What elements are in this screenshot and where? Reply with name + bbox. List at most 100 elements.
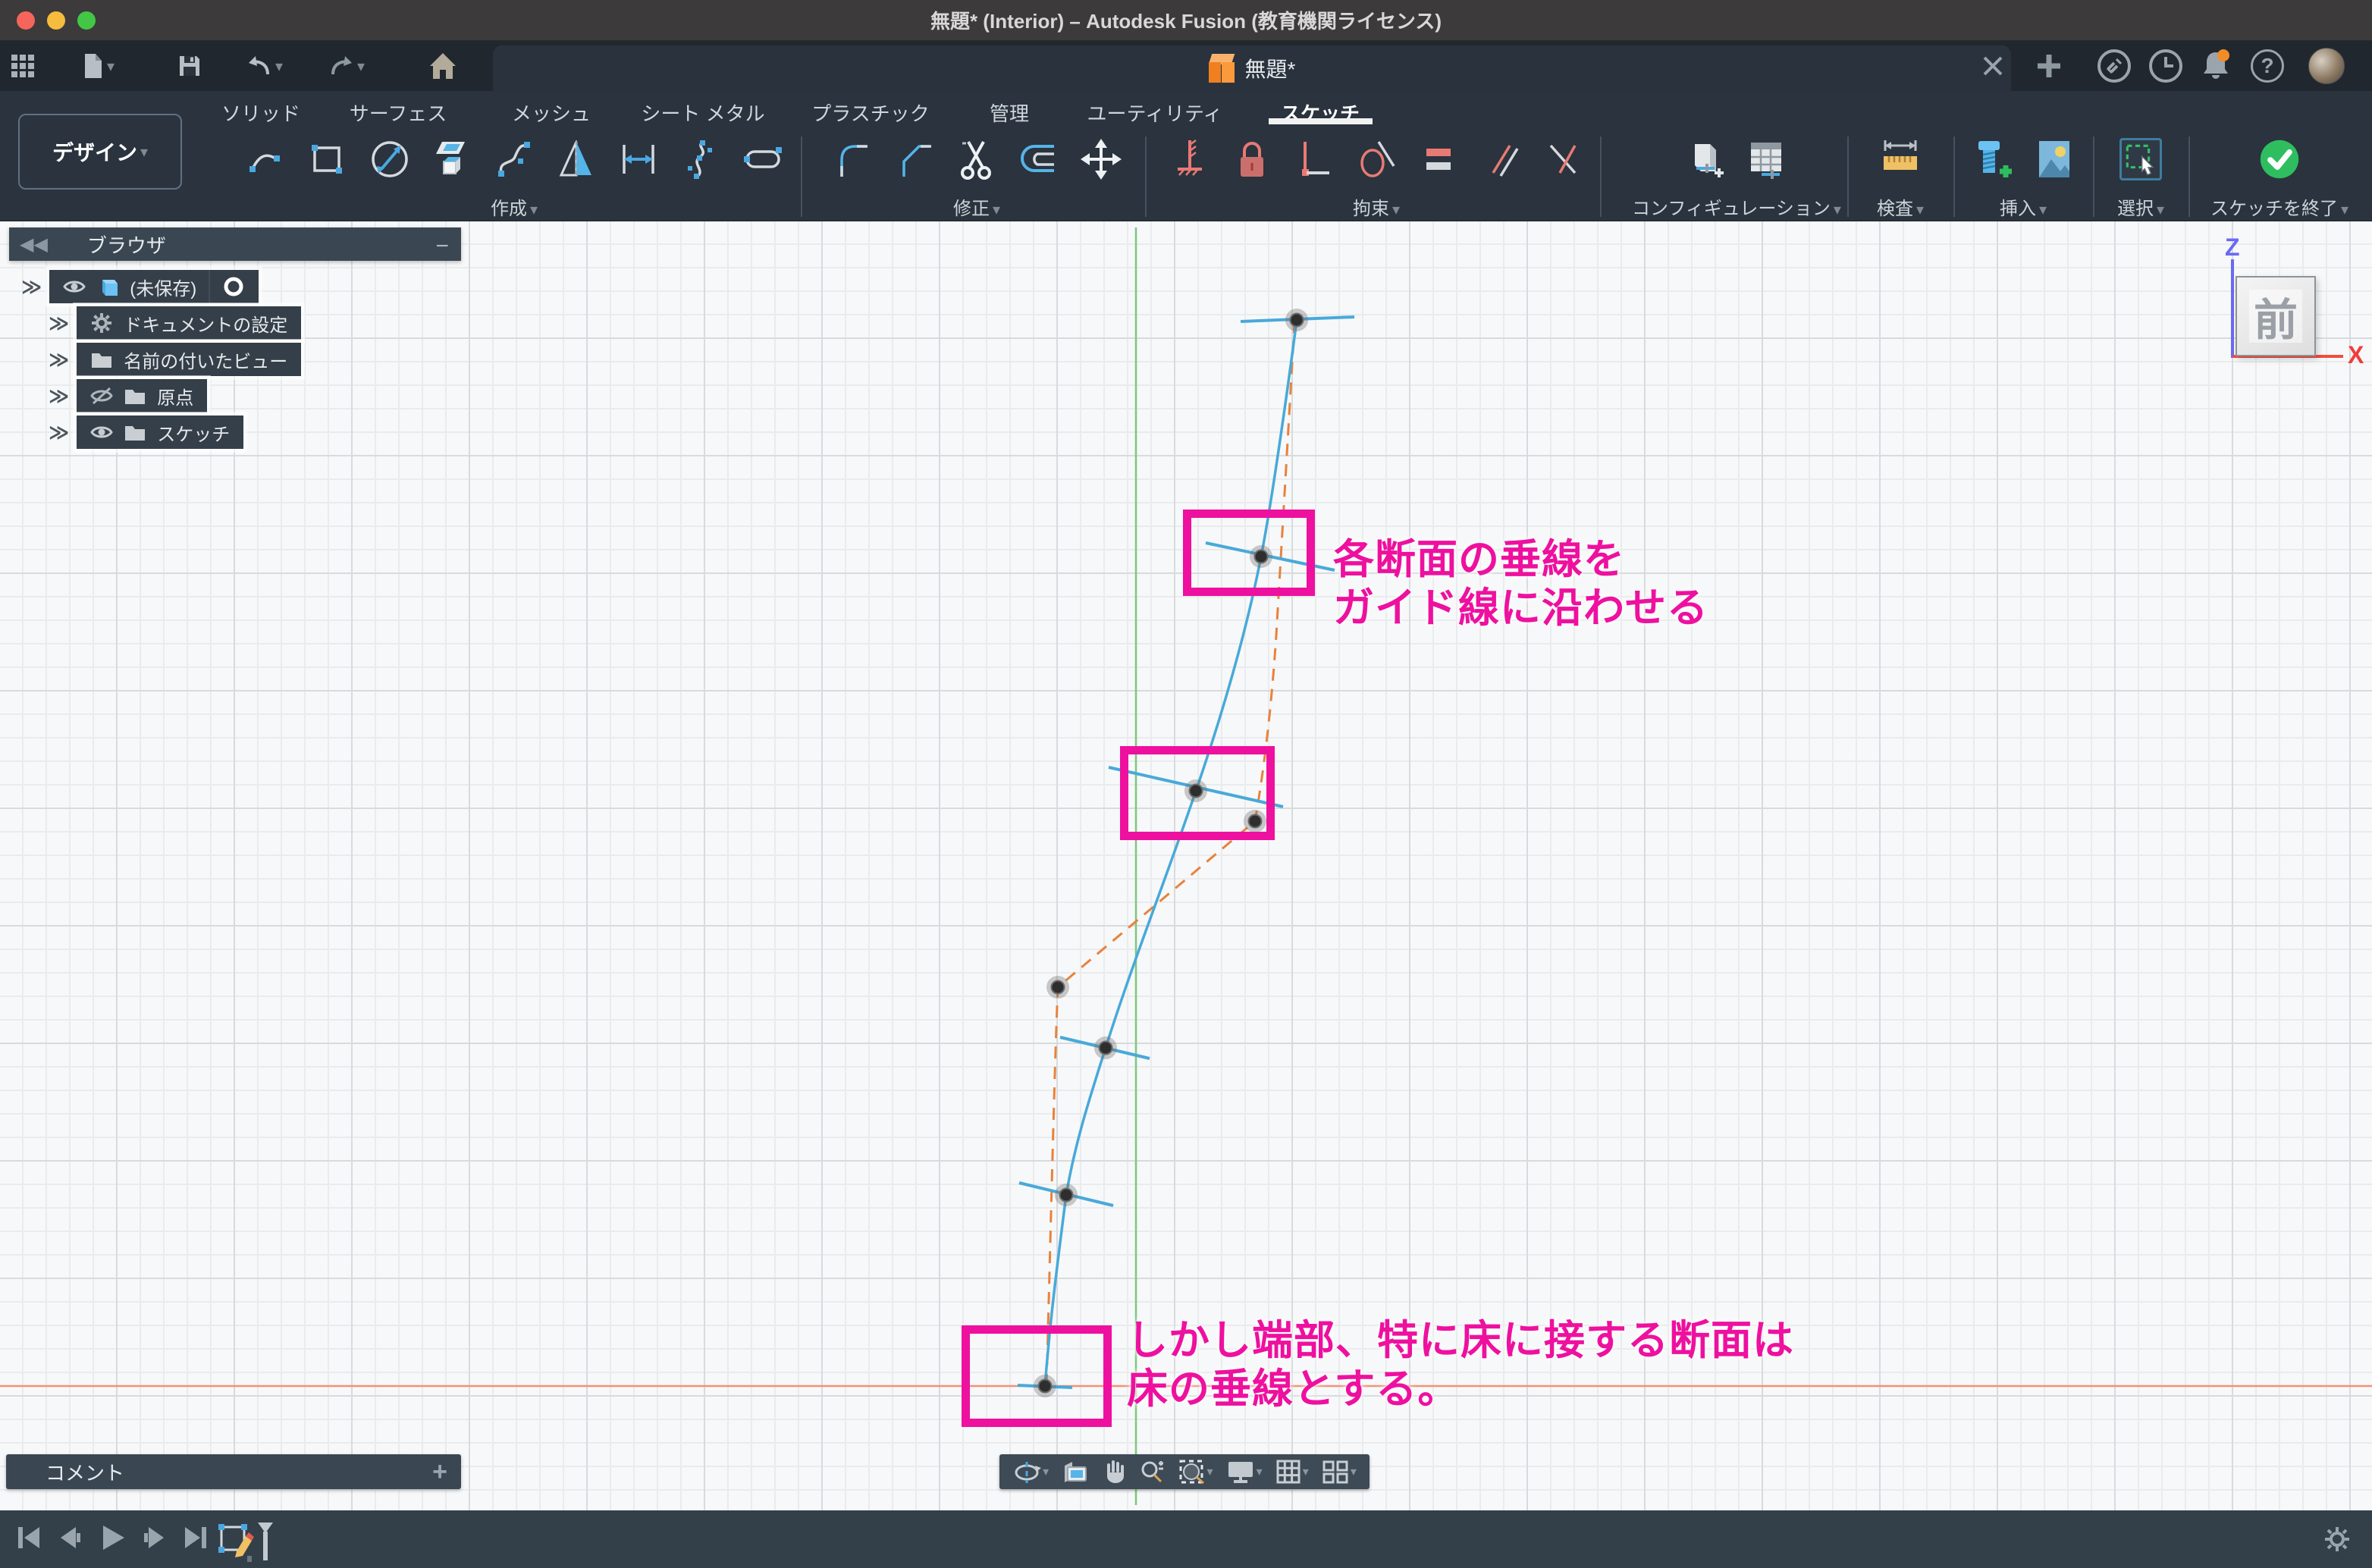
zoom-icon[interactable] [1139,1459,1165,1485]
browser-item-named-views[interactable]: ≫ 名前の付いたビュー [49,343,301,376]
orbit-icon[interactable] [1012,1459,1049,1485]
fix-constraint-icon[interactable] [1169,138,1211,180]
browser-item-document[interactable]: ≫ (未保存) [21,270,259,303]
group-label-finish-sketch[interactable]: スケッチを終了 [2196,193,2363,220]
workspace-selector[interactable]: デザイン [18,114,182,190]
group-label-insert[interactable]: 挿入 [1961,193,2085,220]
offset-tool-icon[interactable] [1018,138,1060,180]
zoom-window-icon[interactable] [1178,1459,1213,1485]
timeline-sketch-feature[interactable] [214,1518,297,1567]
browser-panel-header[interactable]: ◀◀ ブラウザ − [9,227,461,261]
undo-button[interactable] [240,41,290,91]
timeline-skip-start-button[interactable] [15,1524,42,1555]
normal-ticks[interactable] [1018,317,1354,1388]
visibility-off-icon[interactable] [90,384,113,407]
file-menu-button[interactable] [76,41,121,91]
viewcube[interactable]: Z 前 X [2222,226,2372,378]
sketch-points[interactable] [1034,309,1308,1397]
collinear-constraint-icon[interactable] [1542,138,1584,180]
timeline-settings-gear-icon[interactable] [2323,1526,2351,1557]
tab-sketch[interactable]: スケッチ [1275,96,1366,130]
tab-manage[interactable]: 管理 [984,96,1035,130]
close-tab-icon[interactable] [1972,41,2014,91]
fit-point-spline-icon[interactable] [679,138,722,180]
browser-item-sketches[interactable]: ≫ スケッチ [49,416,243,449]
visibility-eye-icon[interactable] [90,421,113,444]
equal-constraint-icon[interactable] [1417,138,1460,180]
group-label-inspect[interactable]: 検査 [1855,193,1946,220]
new-tab-icon[interactable] [2028,41,2070,91]
chamfer-tool-icon[interactable] [893,138,936,180]
select-tool-icon[interactable] [2119,138,2162,180]
minimize-panel-icon[interactable]: − [435,234,449,259]
browser-item-origin[interactable]: ≫ 原点 [49,379,207,412]
extensions-icon[interactable] [2093,41,2135,91]
save-button[interactable] [170,41,209,91]
home-icon[interactable] [422,41,464,91]
configuration-table-icon[interactable] [1746,138,1789,180]
circle-tool-icon[interactable] [369,138,411,180]
insert-image-icon[interactable] [2033,138,2076,180]
group-label-configuration[interactable]: コンフィギュレーション [1630,193,1843,220]
slot-tool-icon[interactable] [742,138,784,180]
group-label-constraints[interactable]: 拘束 [1160,193,1592,220]
spline-tool-icon[interactable] [493,138,535,180]
dimension-tool-icon[interactable] [617,138,660,180]
mirror-tool-icon[interactable] [555,138,598,180]
user-avatar[interactable] [2305,41,2348,91]
viewports-icon[interactable] [1322,1459,1357,1485]
redo-button[interactable] [322,41,372,91]
chevron-collapsed-icon[interactable]: ≫ [49,384,69,408]
collapse-panel-icon[interactable]: ◀◀ [20,234,48,256]
browser-item-doc-settings[interactable]: ≫ ドキュメントの設定 [49,306,301,340]
document-tab[interactable]: 無題* [493,45,2011,91]
trim-scissors-icon[interactable] [955,138,998,180]
tab-surface[interactable]: サーフェス [344,96,453,130]
tangent-constraint-icon[interactable] [1355,138,1398,180]
look-at-icon[interactable] [1062,1460,1089,1484]
spline-curve[interactable] [1045,320,1297,1386]
measure-tool-icon[interactable] [1879,138,1922,180]
rectangle-tool-icon[interactable] [306,138,349,180]
notifications-bell-icon[interactable] [2195,41,2237,91]
chevron-collapsed-icon[interactable]: ≫ [49,348,69,372]
group-label-select[interactable]: 選択 [2101,193,2181,220]
visibility-eye-icon[interactable] [63,275,86,298]
tab-utilities[interactable]: ユーティリティ [1081,96,1229,130]
move-tool-icon[interactable] [1080,138,1122,180]
timeline-step-forward-button[interactable] [141,1524,168,1555]
close-window-button[interactable] [17,11,35,30]
finish-sketch-icon[interactable] [2258,138,2301,180]
configure-part-icon[interactable] [1684,138,1727,180]
timeline-play-button[interactable] [97,1523,127,1557]
perpendicular-constraint-icon[interactable] [1293,138,1335,180]
chevron-collapsed-icon[interactable]: ≫ [49,312,69,335]
comments-bar[interactable]: コメント + [6,1454,461,1489]
add-comment-icon[interactable]: + [432,1457,447,1487]
help-icon[interactable] [2246,41,2289,91]
line-tool-icon[interactable] [244,138,287,180]
group-label-create[interactable]: 作成 [227,193,801,220]
timeline-skip-end-button[interactable] [182,1524,209,1555]
timeline-step-back-button[interactable] [56,1524,83,1555]
project-tool-icon[interactable] [431,138,473,180]
tab-solid[interactable]: ソリッド [215,96,306,130]
fillet-tool-icon[interactable] [831,138,874,180]
minimize-window-button[interactable] [47,11,65,30]
parallel-constraint-icon[interactable] [1479,138,1522,180]
tab-sheet-metal[interactable]: シート メタル [635,96,770,130]
pan-hand-icon[interactable] [1102,1459,1126,1485]
tab-plastic[interactable]: プラスチック [805,96,935,130]
display-settings-icon[interactable] [1226,1460,1263,1484]
chevron-collapsed-icon[interactable]: ≫ [49,421,69,444]
grid-settings-icon[interactable] [1275,1459,1309,1485]
tab-mesh[interactable]: メッシュ [506,96,597,130]
lock-constraint-icon[interactable] [1231,138,1273,180]
job-status-clock-icon[interactable] [2145,41,2187,91]
activate-radio-icon[interactable] [222,275,245,298]
insert-fastener-icon[interactable] [1971,138,2013,180]
guide-polyline[interactable] [1046,325,1294,1386]
viewcube-front-face[interactable]: 前 [2236,276,2316,356]
group-label-modify[interactable]: 修正 [816,193,1137,220]
app-grid-icon[interactable] [5,41,41,91]
